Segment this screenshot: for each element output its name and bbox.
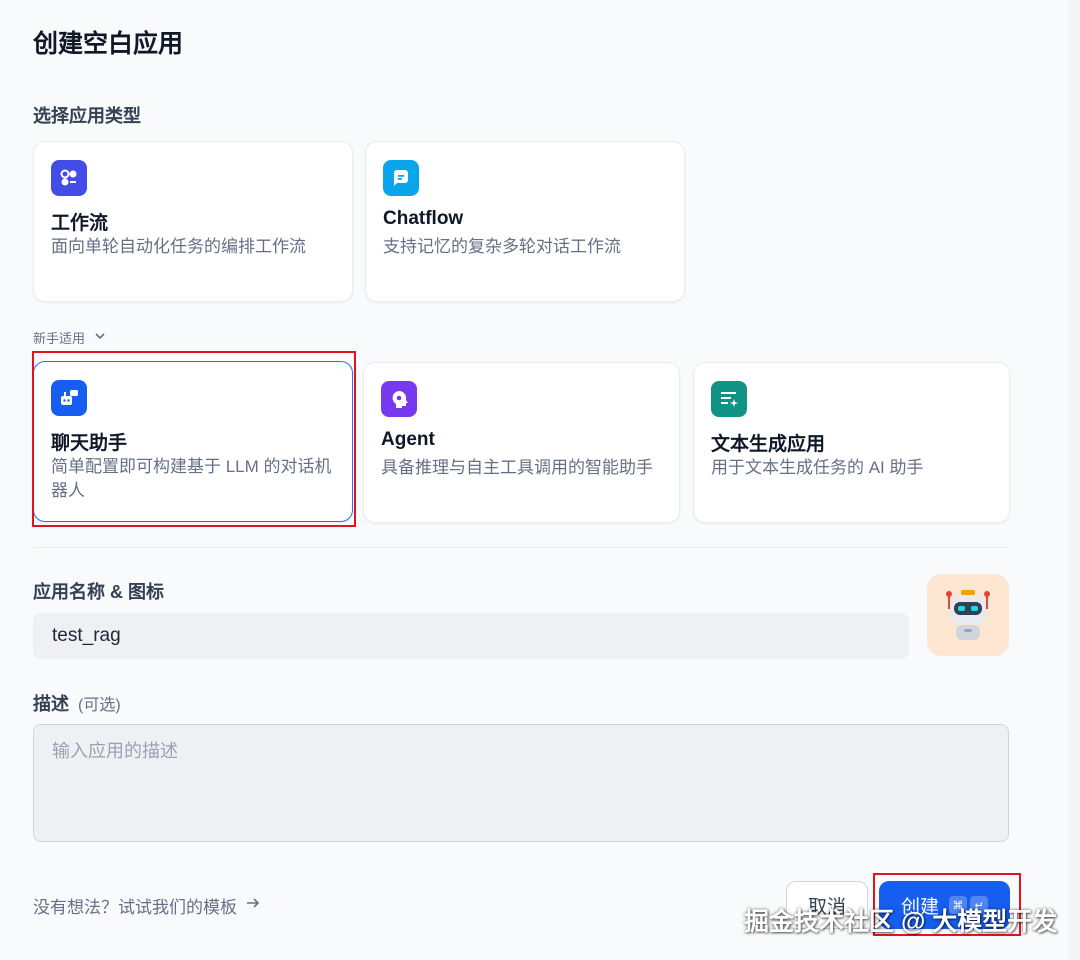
app-type-label: 选择应用类型 (33, 106, 141, 126)
type-card-chatflow[interactable]: Chatflow 支持记忆的复杂多轮对话工作流 (365, 141, 685, 302)
card-description: 支持记忆的复杂多轮对话工作流 (383, 237, 621, 256)
card-description: 具备推理与自主工具调用的智能助手 (381, 458, 653, 477)
agent-icon (381, 381, 417, 417)
page-title: 创建空白应用 (33, 30, 184, 58)
description-label: 描述 (可选) (33, 690, 121, 716)
robot-avatar-icon[interactable] (927, 574, 1009, 656)
card-title: Agent (381, 429, 435, 450)
text-generation-icon (711, 381, 747, 417)
template-link-text: 没有想法？试试我们的模板 (33, 898, 237, 917)
optional-hint: (可选) (78, 697, 121, 714)
card-title: 聊天助手 (51, 433, 128, 454)
beginner-toggle[interactable]: 新手适用 (33, 328, 107, 347)
description-label-text: 描述 (33, 694, 69, 714)
scrollbar[interactable] (1068, 0, 1080, 960)
workflow-icon (51, 160, 87, 196)
divider (33, 547, 1009, 548)
chevron-down-icon (93, 329, 107, 346)
watermark: 掘金技术社区 @ 大模型开发 (744, 908, 1058, 936)
card-description: 面向单轮自动化任务的编排工作流 (51, 237, 306, 256)
type-card-agent[interactable]: Agent 具备推理与自主工具调用的智能助手 (363, 362, 680, 523)
chatflow-icon (383, 160, 419, 196)
beginner-label: 新手适用 (33, 331, 86, 346)
card-description: 用于文本生成任务的 AI 助手 (711, 458, 924, 477)
type-card-text-generation[interactable]: 文本生成应用 用于文本生成任务的 AI 助手 (693, 362, 1010, 523)
description-textarea[interactable] (33, 724, 1009, 842)
card-title: 工作流 (51, 213, 109, 234)
arrow-right-icon (245, 895, 261, 916)
card-description: 简单配置即可构建基于 LLM 的对话机器人 (51, 457, 332, 500)
app-name-label: 应用名称 & 图标 (33, 582, 165, 602)
type-card-workflow[interactable]: 工作流 面向单轮自动化任务的编排工作流 (33, 141, 353, 302)
card-title: 文本生成应用 (711, 434, 826, 455)
chatbot-icon (51, 380, 87, 416)
card-title: Chatflow (383, 208, 464, 229)
template-link[interactable]: 没有想法？试试我们的模板 (33, 893, 261, 918)
app-name-input[interactable] (33, 613, 909, 659)
type-card-chatbot[interactable]: 聊天助手 简单配置即可构建基于 LLM 的对话机器人 (33, 361, 353, 522)
